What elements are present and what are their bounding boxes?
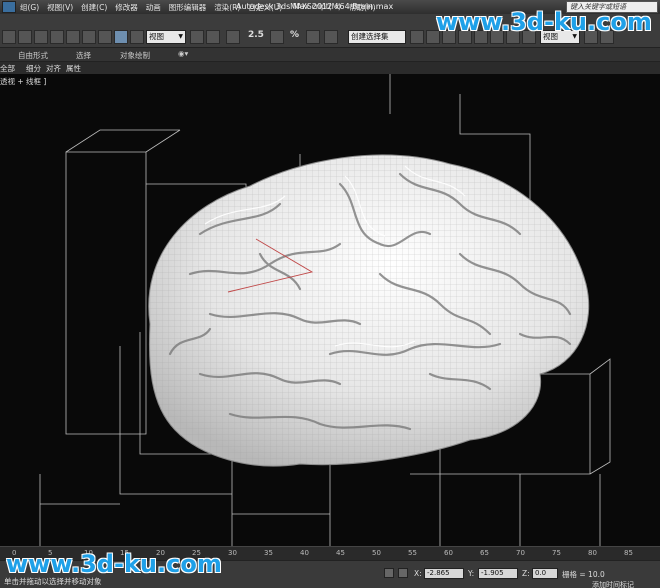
- perspective-viewport[interactable]: 透视 + 线框 ]: [0, 74, 660, 546]
- app-logo-icon[interactable]: [2, 1, 16, 13]
- edit-named-selection-icon[interactable]: [324, 30, 338, 44]
- absolute-mode-icon[interactable]: [398, 568, 408, 578]
- reference-coordinate-value: 视图: [149, 32, 164, 41]
- keyboard-shortcut-icon[interactable]: [226, 30, 240, 44]
- menu-item-animation[interactable]: 动画: [146, 2, 161, 13]
- menu-item-views[interactable]: 视图(V): [47, 2, 73, 13]
- tab-selection[interactable]: 选择: [76, 50, 91, 61]
- menu-item-create[interactable]: 创建(C): [81, 2, 107, 13]
- menu-item-group[interactable]: 组(G): [20, 2, 39, 13]
- select-object-icon[interactable]: [18, 30, 32, 44]
- reference-coordinate-dropdown[interactable]: 视图 ▼: [146, 30, 186, 44]
- z-coordinate-field[interactable]: 0.0: [532, 568, 558, 579]
- brain-mesh[interactable]: [148, 154, 590, 467]
- mirror-icon[interactable]: [410, 30, 424, 44]
- tab-object-paint[interactable]: 对象绘制: [120, 50, 150, 61]
- named-selection-set-value: 创建选择集: [351, 32, 389, 41]
- grid-size-label: 栅格 = 10.0: [562, 570, 605, 579]
- menu-item-graph-editors[interactable]: 图形编辑器: [169, 2, 207, 13]
- subtab-all[interactable]: 全部: [0, 63, 15, 74]
- watermark-bottom: www.3d-ku.com: [6, 550, 222, 578]
- percent-snap-toggle[interactable]: %: [290, 30, 299, 40]
- select-rotate-icon[interactable]: [98, 30, 112, 44]
- rectangular-selection-icon[interactable]: [50, 30, 64, 44]
- select-move-icon[interactable]: [82, 30, 96, 44]
- undo-icon[interactable]: [2, 30, 16, 44]
- select-scale-icon[interactable]: [114, 30, 128, 44]
- timeline-tick-label: 85: [624, 549, 633, 557]
- ribbon-tabs: 自由形式 选择 对象绘制 ◉▾: [0, 48, 660, 62]
- timeline-tick-label: 55: [408, 549, 417, 557]
- scene-filter-tabs: 全部 细分 对齐 属性: [0, 62, 660, 74]
- menu-item-modifiers[interactable]: 修改器: [115, 2, 138, 13]
- subtab-subdivision[interactable]: 细分: [26, 63, 41, 74]
- scale-flyout-icon[interactable]: [130, 30, 144, 44]
- tab-freeform[interactable]: 自由形式: [18, 50, 48, 61]
- timeline-tick-label: 80: [588, 549, 597, 557]
- timeline-tick-label: 60: [444, 549, 453, 557]
- select-manipulate-icon[interactable]: [206, 30, 220, 44]
- timeline-tick-label: 30: [228, 549, 237, 557]
- add-time-tag[interactable]: 添加时间标记: [592, 580, 634, 588]
- viewport-label[interactable]: 透视 + 线框 ]: [0, 76, 46, 87]
- angle-snap-icon[interactable]: [270, 30, 284, 44]
- pivot-center-icon[interactable]: [190, 30, 204, 44]
- timeline-tick-label: 45: [336, 549, 345, 557]
- chevron-down-icon: ▼: [178, 33, 183, 40]
- ribbon-options-icon[interactable]: ◉▾: [178, 49, 188, 58]
- subtab-properties[interactable]: 属性: [66, 63, 81, 74]
- named-selection-set-dropdown[interactable]: 创建选择集: [348, 30, 406, 44]
- timeline-tick-label: 35: [264, 549, 273, 557]
- window-crossing-icon[interactable]: [66, 30, 80, 44]
- z-label: Z:: [522, 569, 530, 578]
- timeline-tick-label: 70: [516, 549, 525, 557]
- timeline-tick-label: 75: [552, 549, 561, 557]
- subtab-align[interactable]: 对齐: [46, 63, 61, 74]
- watermark-top: www.3d-ku.com: [436, 8, 652, 36]
- timeline-tick-label: 65: [480, 549, 489, 557]
- x-label: X:: [414, 569, 422, 578]
- spinner-snap-icon[interactable]: [306, 30, 320, 44]
- lock-selection-icon[interactable]: [384, 568, 394, 578]
- y-coordinate-field[interactable]: -1.905: [478, 568, 518, 579]
- timeline-tick-label: 40: [300, 549, 309, 557]
- viewport-scene: [39, 74, 611, 546]
- window-title: Autodesk 3ds Max 2012 x64 Brain.max: [236, 2, 394, 11]
- snap-toggle[interactable]: 2.5: [248, 30, 264, 40]
- x-coordinate-field[interactable]: -2.865: [424, 568, 464, 579]
- y-label: Y:: [468, 569, 475, 578]
- select-by-name-icon[interactable]: [34, 30, 48, 44]
- timeline-tick-label: 50: [372, 549, 381, 557]
